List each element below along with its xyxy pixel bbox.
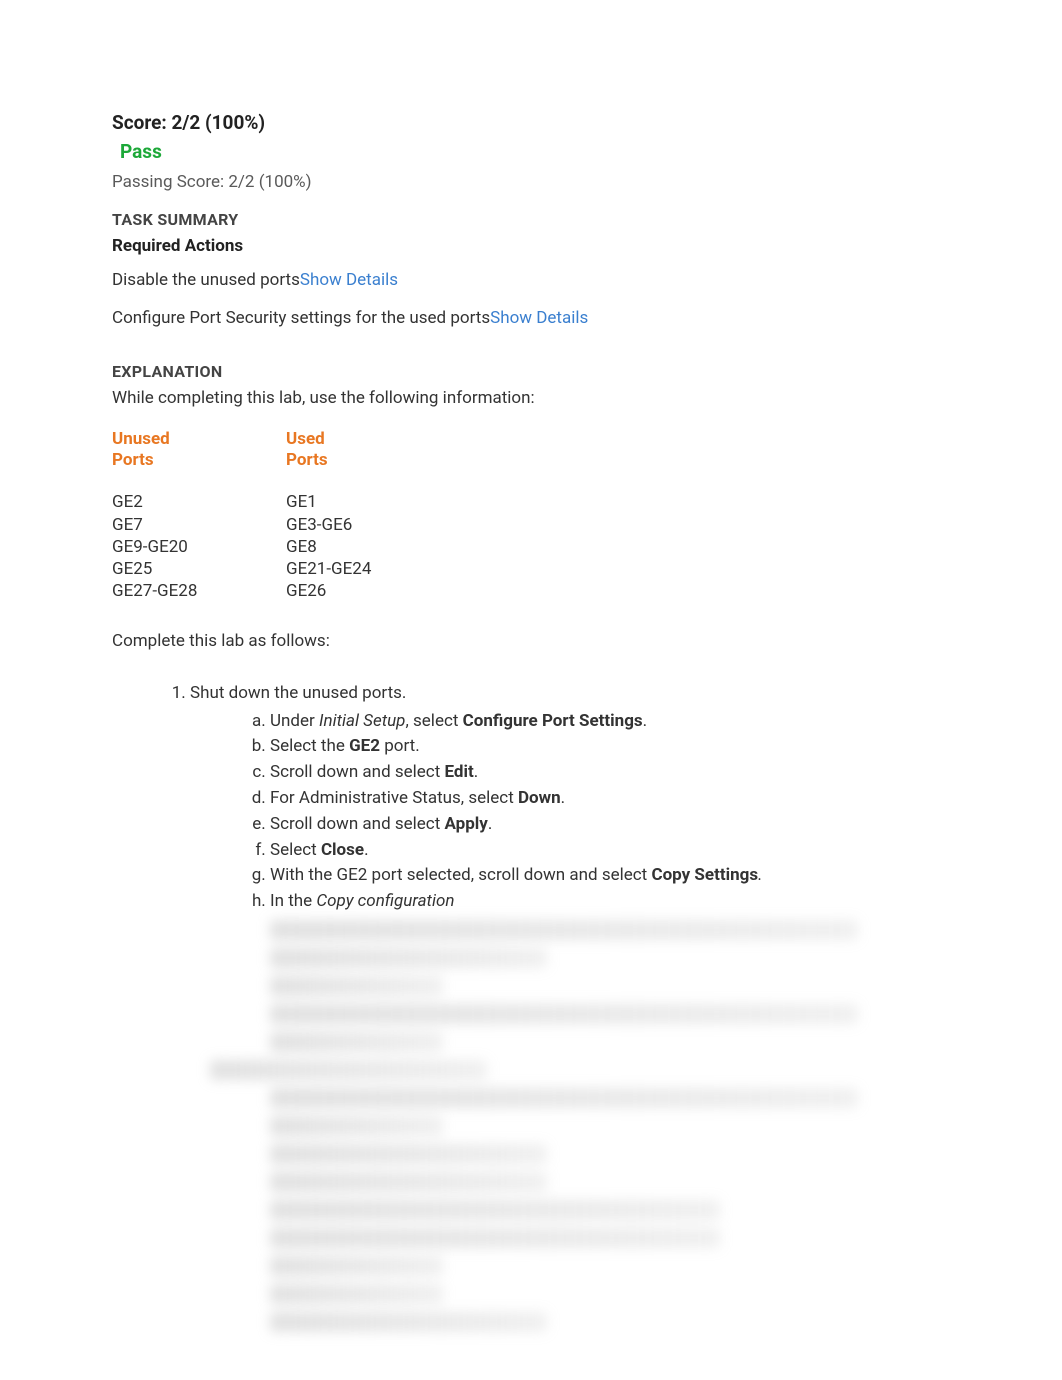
text-bold: Copy Settings: [651, 865, 758, 885]
text: , select: [405, 711, 462, 731]
action-text: Disable the unused ports: [112, 270, 300, 290]
blurred-line: [270, 948, 547, 968]
text: Select: [270, 840, 321, 860]
text: .: [364, 840, 368, 860]
text: .: [561, 788, 565, 808]
substep-f: Select Close.: [270, 839, 962, 863]
port-item: GE25: [112, 558, 242, 580]
substep-b: Select the GE2 port.: [270, 735, 962, 759]
main-steps-list: Shut down the unused ports. Under Initia…: [112, 682, 962, 1052]
show-details-link[interactable]: Show Details: [490, 308, 588, 328]
blurred-line: [270, 1256, 443, 1276]
passing-score: Passing Score: 2/2 (100%): [112, 171, 962, 195]
port-item: GE3-GE6: [286, 514, 416, 536]
blurred-content: [270, 1060, 962, 1332]
blurred-line: [270, 1200, 720, 1220]
text: With the GE2 port selected, scroll down …: [270, 865, 651, 885]
text-bold: Down: [518, 788, 561, 808]
port-item: GE27-GE28: [112, 580, 242, 602]
step-1: Shut down the unused ports. Under Initia…: [190, 682, 962, 1052]
text: In the: [270, 891, 316, 911]
text: Under: [270, 711, 319, 731]
substep-a: Under Initial Setup, select Configure Po…: [270, 710, 962, 734]
blurred-line: [270, 976, 443, 996]
port-item: GE1: [286, 491, 416, 513]
blurred-line: [270, 1032, 443, 1052]
substep-g: With the GE2 port selected, scroll down …: [270, 864, 962, 888]
used-ports-items: GE1 GE3-GE6 GE8 GE21-GE24 GE26: [286, 491, 416, 601]
blurred-line: [210, 1060, 487, 1080]
text-italic: Initial Setup: [319, 711, 405, 731]
text-bold: GE2: [349, 736, 380, 756]
unused-ports-items: GE2 GE7 GE9-GE20 GE25 GE27-GE28: [112, 491, 242, 601]
text-italic: Copy configuration: [316, 891, 454, 911]
text: .: [643, 711, 647, 731]
show-details-link[interactable]: Show Details: [300, 270, 398, 290]
blurred-line: [270, 1172, 547, 1192]
pass-badge: Pass: [120, 139, 962, 166]
port-item: GE26: [286, 580, 416, 602]
blurred-line: [270, 920, 858, 940]
explanation-heading: EXPLANATION: [112, 361, 962, 383]
port-item: GE9-GE20: [112, 536, 242, 558]
blurred-line: [270, 1312, 547, 1332]
action-row: Disable the unused portsShow Details: [112, 269, 962, 293]
text: Scroll down and select: [270, 814, 444, 834]
substep-e: Scroll down and select Apply.: [270, 813, 962, 837]
text: .: [488, 814, 492, 834]
port-item: GE21-GE24: [286, 558, 416, 580]
blurred-content: [270, 920, 962, 1052]
used-header-line2: Ports: [286, 450, 328, 470]
used-ports-column: Used Ports GE1 GE3-GE6 GE8 GE21-GE24 GE2…: [286, 429, 416, 602]
text-bold: Configure Port Settings: [463, 711, 643, 731]
unused-header-line1: Unused: [112, 429, 170, 449]
blurred-line: [270, 1004, 858, 1024]
text: port.: [380, 736, 420, 756]
required-actions-heading: Required Actions: [112, 235, 962, 259]
unused-header-line2: Ports: [112, 450, 154, 470]
blurred-line: [270, 1088, 858, 1108]
action-text: Configure Port Security settings for the…: [112, 308, 490, 328]
blurred-line: [270, 1284, 443, 1304]
text-bold: Edit: [444, 762, 473, 782]
unused-ports-column: Unused Ports GE2 GE7 GE9-GE20 GE25 GE27-…: [112, 429, 242, 602]
used-header-line1: Used: [286, 429, 325, 449]
text-bold: Close: [321, 840, 364, 860]
score-line: Score: 2/2 (100%): [112, 110, 962, 137]
substep-d: For Administrative Status, select Down.: [270, 787, 962, 811]
step-1-substeps: Under Initial Setup, select Configure Po…: [190, 710, 962, 914]
text: .: [758, 865, 762, 885]
blurred-line: [270, 1144, 547, 1164]
unused-ports-header: Unused Ports: [112, 429, 242, 472]
blurred-line: [270, 1228, 720, 1248]
used-ports-header: Used Ports: [286, 429, 416, 472]
step-1-title: Shut down the unused ports.: [190, 683, 406, 703]
ports-table: Unused Ports GE2 GE7 GE9-GE20 GE25 GE27-…: [112, 429, 962, 602]
port-item: GE7: [112, 514, 242, 536]
complete-intro: Complete this lab as follows:: [112, 630, 962, 654]
task-summary-heading: TASK SUMMARY: [112, 209, 962, 231]
text: For Administrative Status, select: [270, 788, 518, 808]
explanation-intro: While completing this lab, use the follo…: [112, 387, 962, 411]
action-row: Configure Port Security settings for the…: [112, 307, 962, 331]
substep-h: In the Copy configuration: [270, 890, 962, 914]
port-item: GE8: [286, 536, 416, 558]
blurred-line: [270, 1116, 443, 1136]
substep-c: Scroll down and select Edit.: [270, 761, 962, 785]
text: Scroll down and select: [270, 762, 444, 782]
text: .: [474, 762, 478, 782]
text-bold: Apply: [444, 814, 487, 834]
port-item: GE2: [112, 491, 242, 513]
text: Select the: [270, 736, 349, 756]
